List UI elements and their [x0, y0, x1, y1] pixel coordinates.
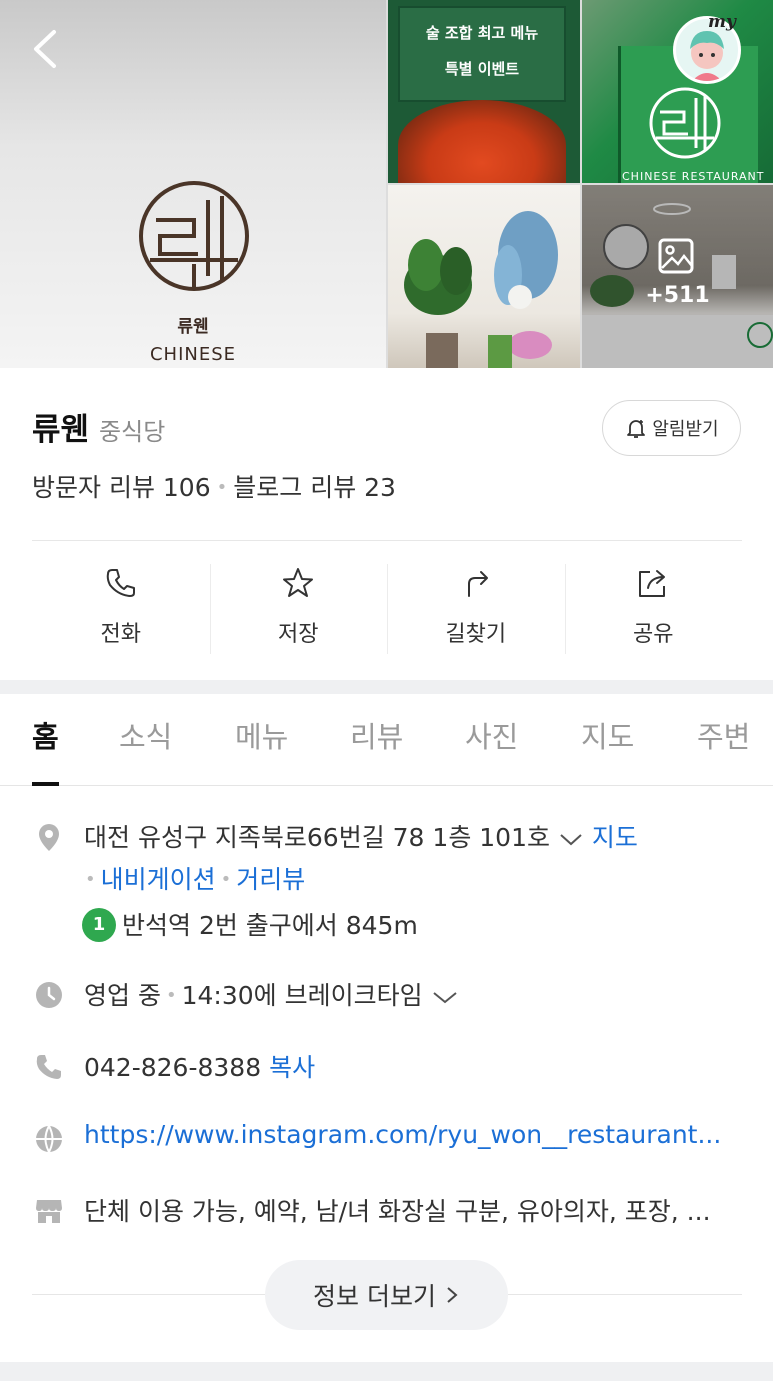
alarm-label: 알림받기 — [652, 419, 719, 440]
separator-dot: • — [165, 985, 177, 1006]
subway-line-badge: 1 — [82, 908, 116, 942]
back-icon[interactable] — [26, 26, 66, 72]
tab-menu[interactable]: 메뉴 — [235, 714, 288, 756]
separator-dot: • — [216, 477, 228, 498]
address-text: 대전 유성구 지족북로66번길 78 1층 101호 — [84, 823, 550, 852]
star-icon — [283, 568, 314, 597]
section-separator — [0, 1362, 773, 1381]
tab-nearby[interactable]: 주변 — [697, 714, 750, 756]
more-info-button[interactable]: 정보 더보기 — [265, 1260, 508, 1330]
section-separator — [0, 680, 773, 694]
tab-news[interactable]: 소식 — [119, 714, 172, 756]
event-banner: 술 조합 최고 메뉴 특별 이벤트 — [398, 6, 566, 102]
clock-icon — [36, 982, 62, 1008]
visitor-review-link[interactable]: 방문자 리뷰 106 — [32, 473, 211, 502]
chevron-down-icon[interactable] — [431, 987, 459, 1007]
alarm-button[interactable]: 알림받기 — [602, 400, 741, 456]
plants-image — [404, 211, 558, 368]
gallery-icon — [658, 238, 694, 274]
phone-icon — [106, 569, 135, 597]
hours-detail: 14:30에 브레이크타임 — [181, 981, 423, 1010]
my-badge: my — [708, 12, 736, 32]
logo-subtitle: CHINESE — [149, 344, 237, 365]
chevron-right-icon — [447, 1287, 458, 1303]
call-button[interactable]: 전화 — [32, 560, 210, 656]
directions-button[interactable]: 길찾기 — [387, 560, 565, 656]
action-label: 전화 — [100, 622, 141, 647]
amenities-text: 단체 이용 가능, 예약, 남/녀 화장실 구분, 유아의자, 포장, ... — [84, 1197, 711, 1226]
banner-line-2: 특별 이벤트 — [444, 60, 520, 78]
tab-photo[interactable]: 사진 — [465, 714, 518, 756]
photo-gallery[interactable]: 류웬 CHINESE 술 조합 최고 메뉴 특별 이벤트 CHINESE RES… — [0, 0, 773, 368]
tab-review[interactable]: 리뷰 — [350, 714, 403, 756]
chevron-down-icon[interactable] — [558, 829, 584, 849]
directions-icon — [467, 571, 488, 597]
subway-text: 반석역 2번 출구에서 845m — [122, 911, 418, 940]
copy-button[interactable]: 복사 — [269, 1053, 315, 1082]
action-label: 저장 — [278, 622, 319, 647]
separator-dot: • — [85, 869, 96, 890]
address-links-row: • 내비게이션 • 거리뷰 — [80, 860, 305, 896]
address-row: 대전 유성구 지족북로66번길 78 1층 101호 지도 — [84, 818, 638, 854]
share-icon — [639, 570, 666, 597]
photo-count: +511 — [645, 283, 710, 308]
street-view-link[interactable]: 거리뷰 — [236, 865, 305, 894]
action-label: 길찾기 — [445, 622, 507, 647]
separator-dot: • — [220, 869, 232, 890]
phone-row: 042-826-8388 복사 — [84, 1048, 315, 1084]
tab-home[interactable]: 홈 — [32, 714, 59, 756]
action-label: 공유 — [633, 622, 674, 647]
tab-bar: 홈 소식 메뉴 리뷰 사진 지도 주변 — [0, 694, 773, 786]
location-pin-icon — [39, 824, 59, 851]
more-photos-overlay[interactable] — [582, 185, 773, 368]
active-tab-indicator — [32, 782, 59, 786]
banner-line-1: 술 조합 최고 메뉴 — [425, 24, 539, 42]
hours-row[interactable]: 영업 중 • 14:30에 브레이크타임 — [84, 976, 459, 1012]
tab-map[interactable]: 지도 — [581, 714, 634, 756]
more-info-label: 정보 더보기 — [313, 1282, 436, 1311]
food-image — [398, 100, 566, 183]
phone-number[interactable]: 042-826-8388 — [84, 1053, 261, 1082]
blog-review-link[interactable]: 블로그 리뷰 23 — [233, 473, 396, 502]
photo-thumb-1[interactable]: 술 조합 최고 메뉴 특별 이벤트 — [388, 0, 580, 183]
map-link[interactable]: 지도 — [592, 823, 638, 852]
store-icon — [36, 1200, 62, 1223]
bell-icon — [627, 420, 646, 438]
share-button[interactable]: 공유 — [564, 560, 743, 656]
divider — [32, 540, 742, 541]
restaurant-logo — [139, 181, 249, 291]
storefront-text: CHINESE RESTAURANT — [622, 170, 765, 183]
subway-row: 1 반석역 2번 출구에서 845m — [82, 906, 418, 944]
logo-name: 류웬 — [177, 317, 209, 337]
hours-status: 영업 중 — [84, 981, 161, 1010]
storefront-logo — [649, 87, 721, 159]
navigation-link[interactable]: 내비게이션 — [101, 865, 216, 894]
phone-icon — [36, 1055, 61, 1079]
website-link[interactable]: https://www.instagram.com/ryu_won__resta… — [84, 1120, 721, 1149]
photo-thumb-2[interactable]: CHINESE RESTAURANT — [582, 0, 773, 183]
save-button[interactable]: 저장 — [209, 560, 388, 656]
review-summary: 방문자 리뷰 106 • 블로그 리뷰 23 — [32, 468, 396, 504]
globe-icon — [36, 1125, 62, 1153]
place-name: 류웬 — [32, 412, 90, 448]
place-category: 중식당 — [99, 418, 166, 446]
place-title-row: 류웬 중식당 — [32, 404, 165, 448]
action-bar: 전화 저장 길찾기 공유 — [32, 560, 742, 656]
photo-thumb-3[interactable] — [388, 185, 580, 368]
